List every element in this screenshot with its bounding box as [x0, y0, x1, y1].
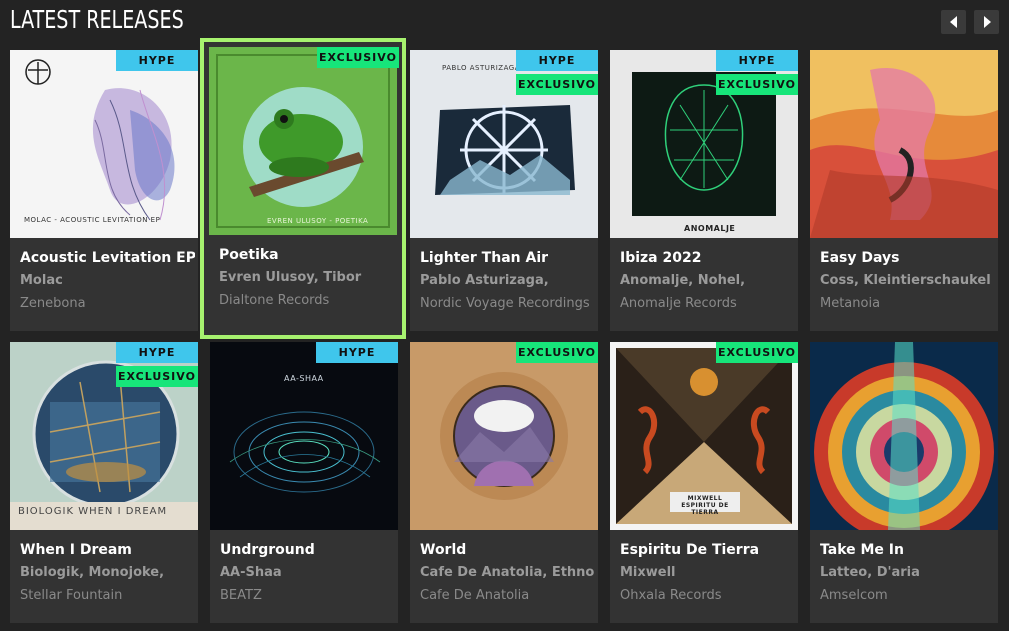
release-cover[interactable]: AA-SHAA [210, 342, 398, 530]
exclusivo-badge: EXCLUSIVO [716, 342, 798, 363]
cover-text: MIXWELL ESPIRITU DE TIERRA [681, 495, 729, 516]
section-title: LATEST RELEASES [10, 5, 184, 34]
cover-text: MOLAC - ACOUSTIC LEVITATION EP [24, 216, 161, 224]
next-button[interactable] [974, 10, 999, 34]
release-label[interactable]: Amselcom [820, 588, 995, 606]
release-title[interactable]: Ibiza 2022 [620, 250, 795, 268]
release-title[interactable]: Take Me In [820, 542, 995, 560]
release-label[interactable]: Ohxala Records [620, 588, 795, 606]
release-label[interactable]: Cafe De Anatolia [420, 588, 595, 606]
section-header: LATEST RELEASES [0, 0, 1009, 42]
release-title[interactable]: Lighter Than Air [420, 250, 595, 268]
release-label[interactable]: Anomalje Records [620, 296, 795, 314]
cover-text: BIOLOGIK WHEN I DREAM [18, 506, 168, 517]
release-label[interactable]: Dialtone Records [219, 293, 394, 311]
release-card[interactable]: AA-SHAA HYPE Undrground AA-Shaa BEATZ [210, 342, 398, 623]
release-artist[interactable]: Evren Ulusoy, Tibor [219, 270, 394, 288]
release-artist[interactable]: AA-Shaa [220, 565, 395, 583]
exclusivo-badge: EXCLUSIVO [516, 74, 598, 95]
release-title[interactable]: Acoustic Levitation EP [20, 250, 195, 268]
exclusivo-badge: EXCLUSIVO [516, 342, 598, 363]
release-cover[interactable] [410, 342, 598, 530]
release-cover[interactable]: MIXWELL ESPIRITU DE TIERRA [610, 342, 798, 530]
hype-badge: HYPE [716, 50, 798, 71]
cover-text: EVREN ULUSOY - POETIKA [267, 217, 369, 225]
hype-badge: HYPE [116, 50, 198, 71]
release-card[interactable]: ANOMALJE HYPE EXCLUSIVO Ibiza 2022 Anoma… [610, 50, 798, 331]
release-artist[interactable]: Cafe De Anatolia, Ethno [420, 565, 595, 583]
release-card[interactable]: MIXWELL ESPIRITU DE TIERRA EXCLUSIVO Esp… [610, 342, 798, 623]
release-artist[interactable]: Latteo, D'aria [820, 565, 995, 583]
release-card[interactable]: BIOLOGIK WHEN I DREAM HYPE EXCLUSIVO Whe… [10, 342, 198, 623]
release-artist[interactable]: Molac [20, 273, 195, 291]
release-artist[interactable]: Coss, Kleintierschaukel [820, 273, 995, 291]
chevron-right-icon [983, 16, 991, 28]
release-label[interactable]: Nordic Voyage Recordings [420, 296, 595, 314]
release-artist[interactable]: Anomalje, Nohel, [620, 273, 795, 291]
release-title[interactable]: Undrground [220, 542, 395, 560]
exclusivo-badge: EXCLUSIVO [317, 47, 399, 68]
release-title[interactable]: Easy Days [820, 250, 995, 268]
prev-button[interactable] [941, 10, 966, 34]
release-card-selected[interactable]: EVREN ULUSOY - POETIKA EXCLUSIVO Poetika… [200, 38, 406, 339]
release-title[interactable]: World [420, 542, 595, 560]
release-artist[interactable]: Pablo Asturizaga, [420, 273, 595, 291]
release-cover[interactable] [810, 50, 998, 238]
release-card[interactable]: Easy Days Coss, Kleintierschaukel Metano… [810, 50, 998, 331]
release-label[interactable]: BEATZ [220, 588, 395, 606]
release-cover[interactable]: EVREN ULUSOY - POETIKA [209, 47, 397, 235]
cover-text: AA-SHAA [284, 374, 324, 383]
release-title[interactable]: Poetika [219, 247, 394, 265]
release-title[interactable]: Espiritu De Tierra [620, 542, 795, 560]
cover-text: ANOMALJE [684, 224, 736, 233]
release-artist[interactable]: Mixwell [620, 565, 795, 583]
exclusivo-badge: EXCLUSIVO [716, 74, 798, 95]
hype-badge: HYPE [116, 342, 198, 363]
exclusivo-badge: EXCLUSIVO [116, 366, 198, 387]
release-card[interactable]: PABLO ASTURIZAGA HYPE EXCLUSIVO Lighter … [410, 50, 598, 331]
hype-badge: HYPE [316, 342, 398, 363]
release-card[interactable]: Take Me In Latteo, D'aria Amselcom [810, 342, 998, 623]
release-card[interactable]: MOLAC - ACOUSTIC LEVITATION EP HYPE Acou… [10, 50, 198, 331]
release-card[interactable]: EXCLUSIVO World Cafe De Anatolia, Ethno … [410, 342, 598, 623]
chevron-left-icon [949, 16, 957, 28]
release-cover[interactable] [810, 342, 998, 530]
hype-badge: HYPE [516, 50, 598, 71]
release-label[interactable]: Metanoia [820, 296, 995, 314]
release-label[interactable]: Zenebona [20, 296, 195, 314]
release-cover[interactable]: MOLAC - ACOUSTIC LEVITATION EP [10, 50, 198, 238]
release-label[interactable]: Stellar Fountain [20, 588, 195, 606]
release-artist[interactable]: Biologik, Monojoke, [20, 565, 195, 583]
cover-text: PABLO ASTURIZAGA [442, 64, 520, 72]
release-title[interactable]: When I Dream [20, 542, 195, 560]
